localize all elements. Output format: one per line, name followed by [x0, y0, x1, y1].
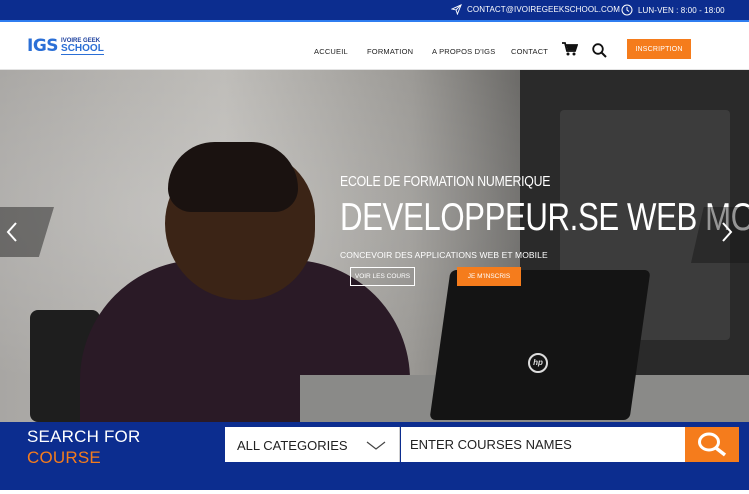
hp-logo-icon: hp	[528, 353, 548, 373]
hero-subtitle: ECOLE DE FORMATION NUMERIQUE	[340, 173, 551, 190]
logo-line-2: SCHOOL	[61, 42, 104, 55]
logo-initials: IGS	[27, 36, 59, 56]
search-title-accent: COURSE	[27, 448, 101, 467]
course-search-input[interactable]	[401, 427, 685, 462]
opening-hours-text: LUN-VEN : 8:00 - 18:00	[638, 5, 725, 15]
nav-a-propos[interactable]: A PROPOS D'IGS	[432, 47, 495, 56]
inscription-button[interactable]: INSCRIPTION	[627, 39, 691, 59]
search-title: SEARCH FOR	[27, 427, 141, 446]
contact-email-text: CONTACT@IVOIREGEEKSCHOOL.COM	[467, 5, 621, 14]
top-bar: CONTACT@IVOIREGEEKSCHOOL.COM LUN-VEN : 8…	[0, 0, 749, 22]
course-search-bar: SEARCH FOR COURSE ALL CATEGORIES	[0, 422, 749, 490]
nav-formation[interactable]: FORMATION	[367, 47, 413, 56]
opening-hours: LUN-VEN : 8:00 - 18:00	[621, 4, 725, 16]
chevron-right-icon	[722, 222, 733, 242]
cart-icon[interactable]	[562, 42, 579, 61]
hero-description: CONCEVOIR DES APPLICATIONS WEB ET MOBILE	[340, 250, 548, 260]
category-select[interactable]: ALL CATEGORIES	[225, 427, 400, 462]
nav-accueil[interactable]: ACCUEIL	[314, 47, 348, 56]
nav-contact[interactable]: CONTACT	[511, 47, 548, 56]
site-header: IGS IVOIRE GEEK SCHOOL ACCUEIL FORMATION…	[0, 22, 749, 70]
contact-email[interactable]: CONTACT@IVOIREGEEKSCHOOL.COM	[451, 4, 620, 15]
hero-title: DEVELOPPEUR.SE WEB MOBILE	[340, 196, 749, 239]
search-icon[interactable]	[592, 43, 607, 63]
view-courses-button[interactable]: VOIR LES COURS	[350, 267, 415, 286]
hero-person-hair	[168, 142, 298, 212]
logo-wordmark: IVOIRE GEEK SCHOOL	[61, 38, 104, 55]
search-icon	[698, 432, 727, 457]
paper-plane-icon	[451, 4, 462, 15]
chevron-down-icon	[366, 441, 386, 450]
chevron-left-icon	[6, 222, 17, 242]
hero-slider: hp ECOLE DE FORMATION NUMERIQUE DEVELOPP…	[0, 70, 749, 422]
register-button[interactable]: JE M'INSCRIS	[457, 267, 521, 286]
site-logo[interactable]: IGS IVOIRE GEEK SCHOOL	[27, 36, 104, 56]
clock-icon	[621, 4, 633, 16]
hero-laptop	[429, 270, 651, 420]
category-select-value: ALL CATEGORIES	[237, 438, 348, 453]
search-submit-button[interactable]	[685, 427, 739, 462]
